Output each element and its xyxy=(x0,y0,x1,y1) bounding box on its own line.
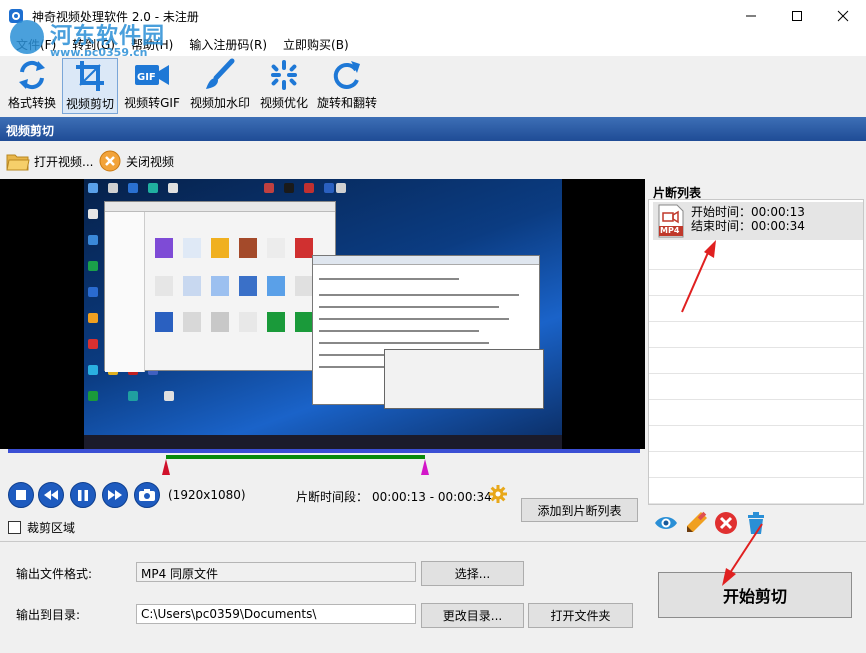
tool-label: 格式转换 xyxy=(7,96,56,110)
title-bar: 神奇视频处理软件 2.0 - 未注册 xyxy=(0,0,866,32)
video-preview[interactable] xyxy=(0,179,645,449)
rewind-icon xyxy=(44,490,58,500)
clip-start-time: 00:00:13 xyxy=(751,205,805,219)
change-dir-button[interactable]: 更改目录... xyxy=(421,603,524,628)
close-video-button[interactable]: 关闭视频 xyxy=(98,149,174,173)
camera-icon xyxy=(139,489,155,501)
menu-bar: 文件(F) 转到(G) 帮助(H) 输入注册码(R) 立即购买(B) xyxy=(0,32,866,56)
segment-time-value: 00:00:13 - 00:00:34 xyxy=(372,490,492,504)
tool-label: 视频剪切 xyxy=(65,97,114,111)
clip-times: 开始时间：00:00:13 结束时间：00:00:34 xyxy=(691,205,805,233)
tool-rotate-flip[interactable]: 旋转和翻转 xyxy=(314,58,380,114)
menu-buy[interactable]: 立即购买(B) xyxy=(275,32,357,56)
window-title: 神奇视频处理软件 2.0 - 未注册 xyxy=(32,10,199,24)
crop-area-label: 裁剪区域 xyxy=(27,521,76,535)
tool-video-optimize[interactable]: 视频优化 xyxy=(256,58,312,114)
crop-icon xyxy=(76,61,104,91)
segment-time-label: 片断时间段： xyxy=(296,490,369,504)
fast-forward-button[interactable] xyxy=(102,482,128,508)
trash-icon[interactable] xyxy=(743,510,769,536)
checkbox-box[interactable] xyxy=(8,521,21,534)
stop-icon xyxy=(16,490,26,500)
start-cut-button[interactable]: 开始剪切 xyxy=(658,572,852,618)
close-icon xyxy=(837,10,849,22)
output-format-label: 输出文件格式: xyxy=(16,567,93,581)
close-circle-icon xyxy=(99,150,121,172)
app-logo-icon xyxy=(9,9,23,23)
output-dir-field[interactable]: C:\Users\pc0359\Documents\ xyxy=(136,604,416,624)
menu-register[interactable]: 输入注册码(R) xyxy=(181,32,275,56)
timeline[interactable] xyxy=(0,449,645,477)
menu-file[interactable]: 文件(F) xyxy=(8,32,64,56)
tool-label: 旋转和翻转 xyxy=(316,96,377,110)
maximize-button[interactable] xyxy=(774,0,820,32)
tool-format-convert[interactable]: 格式转换 xyxy=(4,58,60,114)
crop-area-checkbox[interactable]: 裁剪区域 xyxy=(8,519,75,536)
minimize-icon xyxy=(746,15,756,17)
explorer-window-preview xyxy=(104,201,336,372)
start-marker-handle[interactable] xyxy=(162,459,170,475)
end-marker-handle[interactable] xyxy=(421,459,430,475)
folder-open-icon xyxy=(6,154,30,171)
segment-time: 片断时间段： 00:00:13 - 00:00:34 xyxy=(296,488,492,505)
main-toolbar: 格式转换 视频剪切 GIF 视频转GIF 视频加水印 视频优化 旋转和翻转 xyxy=(0,56,866,116)
timeline-track[interactable] xyxy=(8,449,640,453)
output-dir-label: 输出到目录: xyxy=(16,608,81,622)
fast-forward-icon xyxy=(108,490,122,500)
pencil-icon[interactable] xyxy=(683,510,709,536)
rewind-button[interactable] xyxy=(38,482,64,508)
close-button[interactable] xyxy=(820,0,866,32)
clip-format-label: MP4 xyxy=(660,226,680,235)
delete-icon[interactable] xyxy=(713,510,739,536)
select-format-button[interactable]: 选择... xyxy=(421,561,524,586)
clip-end-time: 00:00:34 xyxy=(751,219,805,233)
add-to-clip-list-button[interactable]: 添加到片断列表 xyxy=(521,498,638,522)
stop-button[interactable] xyxy=(8,482,34,508)
section-title: 视频剪切 xyxy=(6,124,55,138)
snapshot-button[interactable] xyxy=(134,482,160,508)
tool-label: 视频优化 xyxy=(259,96,308,110)
section-header: 视频剪切 xyxy=(0,117,866,141)
clip-list[interactable]: MP4 开始时间：00:00:13 结束时间：00:00:34 xyxy=(648,199,864,505)
gif-icon: GIF xyxy=(135,65,169,85)
video-subtoolbar: 打开视频... 关闭视频 xyxy=(0,145,866,177)
rotate-icon xyxy=(333,61,360,89)
sparkle-icon xyxy=(271,60,297,90)
open-video-label: 打开视频... xyxy=(34,154,94,169)
tool-label: 视频转GIF xyxy=(124,96,180,110)
format-convert-icon xyxy=(19,60,45,90)
tool-add-watermark[interactable]: 视频加水印 xyxy=(187,58,253,114)
timeline-selected-range xyxy=(166,455,426,459)
clip-list-toolbar xyxy=(647,508,865,538)
clip-list-item[interactable]: MP4 开始时间：00:00:13 结束时间：00:00:34 xyxy=(653,202,863,240)
taskbar-preview xyxy=(84,435,562,449)
menu-help[interactable]: 帮助(H) xyxy=(123,32,181,56)
open-video-button[interactable]: 打开视频... xyxy=(6,149,93,173)
close-video-label: 关闭视频 xyxy=(126,154,175,169)
dialog-window-preview xyxy=(384,349,544,409)
svg-text:GIF: GIF xyxy=(137,72,156,83)
clip-start-label: 开始时间： xyxy=(691,205,752,219)
open-folder-button[interactable]: 打开文件夹 xyxy=(528,603,633,628)
app-window: 神奇视频处理软件 2.0 - 未注册 文件(F) 转到(G) 帮助(H) 输入注… xyxy=(0,0,866,653)
clip-end-label: 结束时间： xyxy=(691,219,752,233)
video-frame xyxy=(84,179,562,449)
maximize-icon xyxy=(792,11,802,21)
eye-icon[interactable] xyxy=(653,510,679,536)
gear-icon[interactable] xyxy=(489,485,507,503)
pause-button[interactable] xyxy=(70,482,96,508)
output-format-field: MP4 同原文件 xyxy=(136,562,416,582)
pause-icon xyxy=(78,489,88,501)
clip-list-panel: 片断列表 MP4 开始时间：00:00:13 结束时间：00:00:34 xyxy=(647,179,865,505)
brush-icon xyxy=(206,58,235,89)
tool-video-cut[interactable]: 视频剪切 xyxy=(62,58,118,114)
video-resolution: (1920x1080) xyxy=(168,488,246,502)
minimize-button[interactable] xyxy=(728,0,774,32)
tool-label: 视频加水印 xyxy=(189,96,250,110)
menu-goto[interactable]: 转到(G) xyxy=(64,32,123,56)
tool-video-to-gif[interactable]: GIF 视频转GIF xyxy=(121,58,183,114)
